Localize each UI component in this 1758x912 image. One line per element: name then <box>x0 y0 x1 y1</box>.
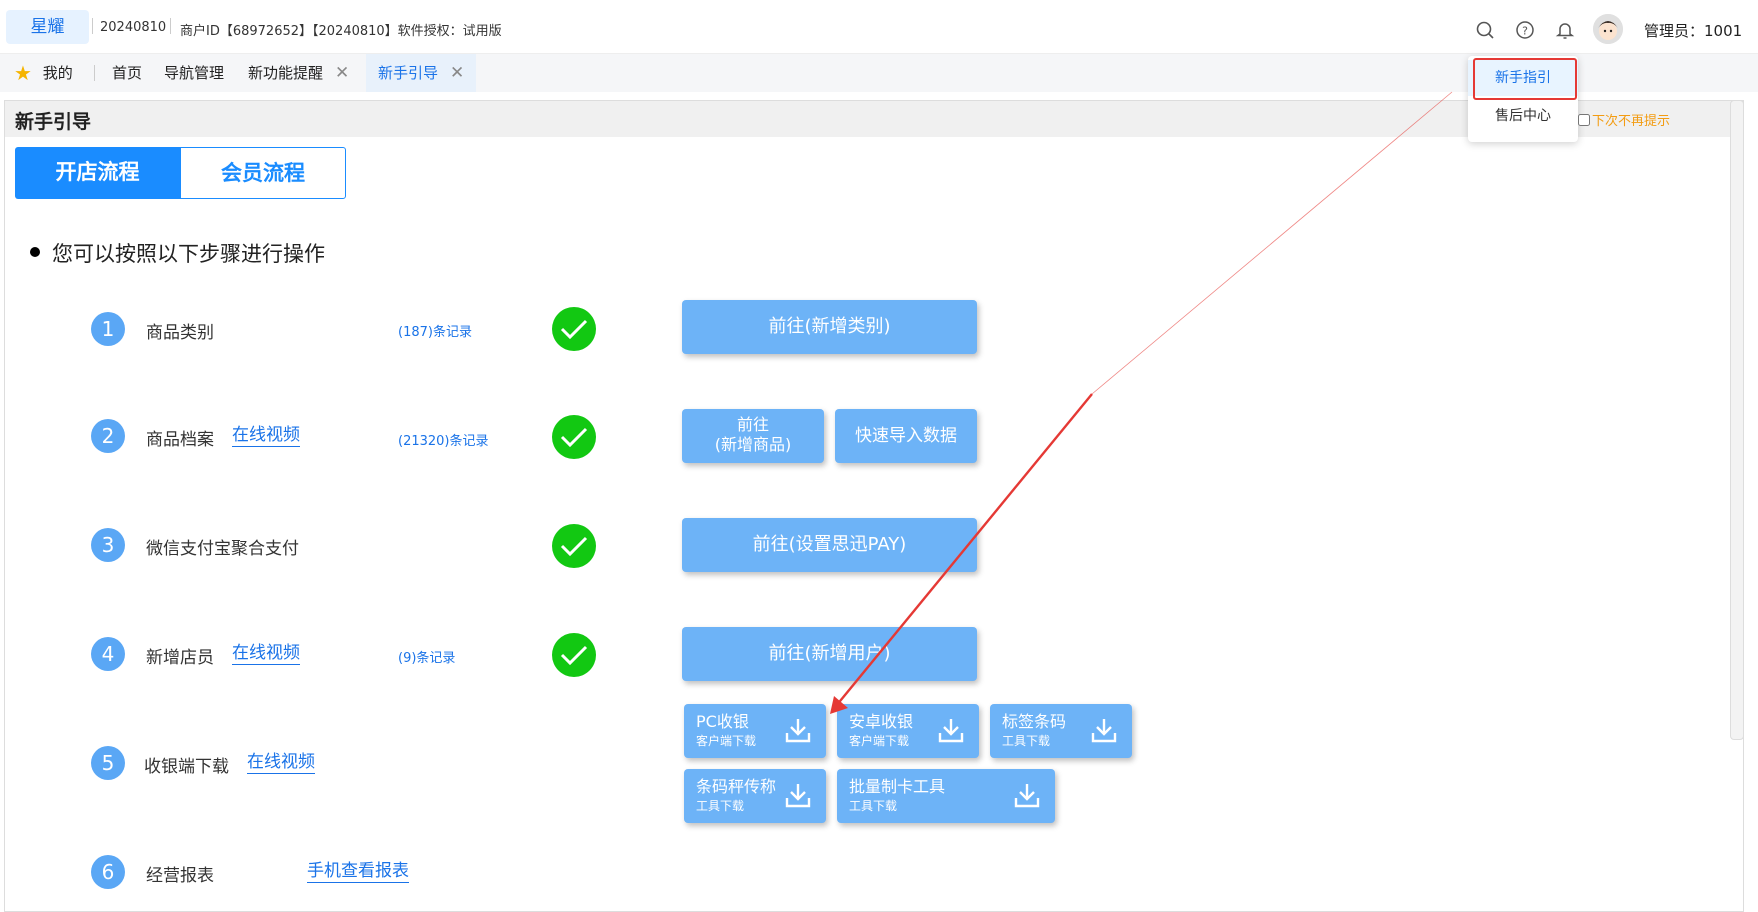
download-subtitle: 工具下载 <box>696 799 745 813</box>
check-icon <box>552 633 596 677</box>
avatar[interactable] <box>1593 14 1623 44</box>
button-line: (新增商品) <box>714 435 792 454</box>
scrollbar[interactable] <box>1730 100 1744 740</box>
tab-label: 新功能提醒 <box>248 64 324 82</box>
tab-label: 我的 <box>42 64 73 82</box>
download-card-tool[interactable]: 批量制卡工具 工具下载 <box>837 769 1055 823</box>
step-number: 1 <box>91 312 125 346</box>
online-video-link[interactable]: 在线视频 <box>232 424 300 447</box>
tab-label: 首页 <box>112 64 143 82</box>
highlight-box <box>1473 58 1577 100</box>
download-icon <box>1014 784 1040 808</box>
tab-member-flow[interactable]: 会员流程 <box>180 147 346 199</box>
intro-text: 您可以按照以下步骤进行操作 <box>30 238 325 268</box>
step-number: 6 <box>91 855 125 889</box>
step-label: 收银端下载 <box>144 757 229 777</box>
step-label: 微信支付宝聚合支付 <box>146 539 299 559</box>
menu-item-after-sales[interactable]: 售后中心 <box>1468 98 1578 134</box>
button-line: 前往 <box>736 415 769 434</box>
tab-nav-manage[interactable]: 导航管理 <box>164 54 224 92</box>
svg-text:?: ? <box>1522 25 1528 38</box>
page-title: 新手引导 <box>15 111 92 133</box>
download-icon <box>785 719 811 743</box>
search-icon[interactable] <box>1475 20 1495 40</box>
download-title: PC收银 <box>696 712 749 731</box>
check-icon <box>552 524 596 568</box>
download-label-barcode[interactable]: 标签条码 工具下载 <box>990 704 1132 758</box>
quick-import-button[interactable]: 快速导入数据 <box>835 409 977 463</box>
divider <box>92 18 93 34</box>
tab-home[interactable]: 首页 <box>112 54 142 92</box>
dont-show-again[interactable]: 下次不再提示 <box>1578 110 1670 129</box>
tab-label: 导航管理 <box>164 64 225 82</box>
download-scale-transfer[interactable]: 条码秤传称 工具下载 <box>684 769 826 823</box>
tab-label: 新手引导 <box>378 64 439 82</box>
mobile-report-link[interactable]: 手机查看报表 <box>307 860 409 883</box>
divider <box>94 65 95 81</box>
divider <box>170 18 171 34</box>
download-title: 批量制卡工具 <box>849 777 946 796</box>
merchant-info: 商户ID【68972652】【20240810】软件授权：试用版 <box>180 24 502 39</box>
star-icon: ★ <box>14 61 32 85</box>
download-pc-pos[interactable]: PC收银 客户端下载 <box>684 704 826 758</box>
tab-mine[interactable]: ★ 我的 <box>14 54 73 92</box>
step-number: 3 <box>91 528 125 562</box>
step-number: 5 <box>91 746 125 780</box>
step-number: 2 <box>91 419 125 453</box>
download-android-pos[interactable]: 安卓收银 客户端下载 <box>837 704 979 758</box>
bell-icon[interactable] <box>1555 20 1575 40</box>
top-bar: 星耀 20240810 商户ID【68972652】【20240810】软件授权… <box>0 0 1758 54</box>
download-subtitle: 工具下载 <box>849 799 898 813</box>
tab-store-flow[interactable]: 开店流程 <box>15 147 180 199</box>
record-count[interactable]: (9)条记录 <box>398 647 455 666</box>
download-title: 安卓收银 <box>849 712 914 731</box>
download-icon <box>938 719 964 743</box>
step-label: 新增店员 <box>146 648 214 668</box>
bullet-icon <box>30 247 40 257</box>
download-title: 标签条码 <box>1002 712 1067 731</box>
download-title: 条码秤传称 <box>696 777 777 796</box>
record-count[interactable]: (21320)条记录 <box>398 430 489 449</box>
step-label: 经营报表 <box>146 866 214 886</box>
admin-label[interactable]: 管理员：1001 <box>1644 20 1742 41</box>
step-number: 4 <box>91 637 125 671</box>
download-subtitle: 客户端下载 <box>849 734 910 748</box>
tab-guide[interactable]: 新手引导 ✕ <box>366 54 477 92</box>
check-icon <box>552 415 596 459</box>
brand-logo[interactable]: 星耀 <box>6 10 89 44</box>
goto-pay-setup-button[interactable]: 前往(设置思迅PAY) <box>682 518 977 572</box>
download-subtitle: 工具下载 <box>1002 734 1051 748</box>
step-label: 商品类别 <box>146 323 214 343</box>
record-count[interactable]: (187)条记录 <box>398 321 472 340</box>
goto-add-product-button[interactable]: 前往 (新增商品) <box>682 409 824 463</box>
goto-add-category-button[interactable]: 前往(新增类别) <box>682 300 977 354</box>
close-icon[interactable]: ✕ <box>450 63 464 83</box>
tab-new-features[interactable]: 新功能提醒 ✕ <box>248 54 349 92</box>
download-icon <box>1091 719 1117 743</box>
check-icon <box>552 307 596 351</box>
download-icon <box>785 784 811 808</box>
online-video-link[interactable]: 在线视频 <box>247 751 315 774</box>
download-subtitle: 客户端下载 <box>696 734 757 748</box>
close-icon[interactable]: ✕ <box>335 63 349 83</box>
online-video-link[interactable]: 在线视频 <box>232 642 300 665</box>
goto-add-user-button[interactable]: 前往(新增用户) <box>682 627 977 681</box>
dont-show-checkbox[interactable] <box>1578 114 1590 126</box>
step-label: 商品档案 <box>146 430 214 450</box>
date-label: 20240810 <box>100 20 167 35</box>
help-icon[interactable]: ? <box>1515 20 1535 40</box>
